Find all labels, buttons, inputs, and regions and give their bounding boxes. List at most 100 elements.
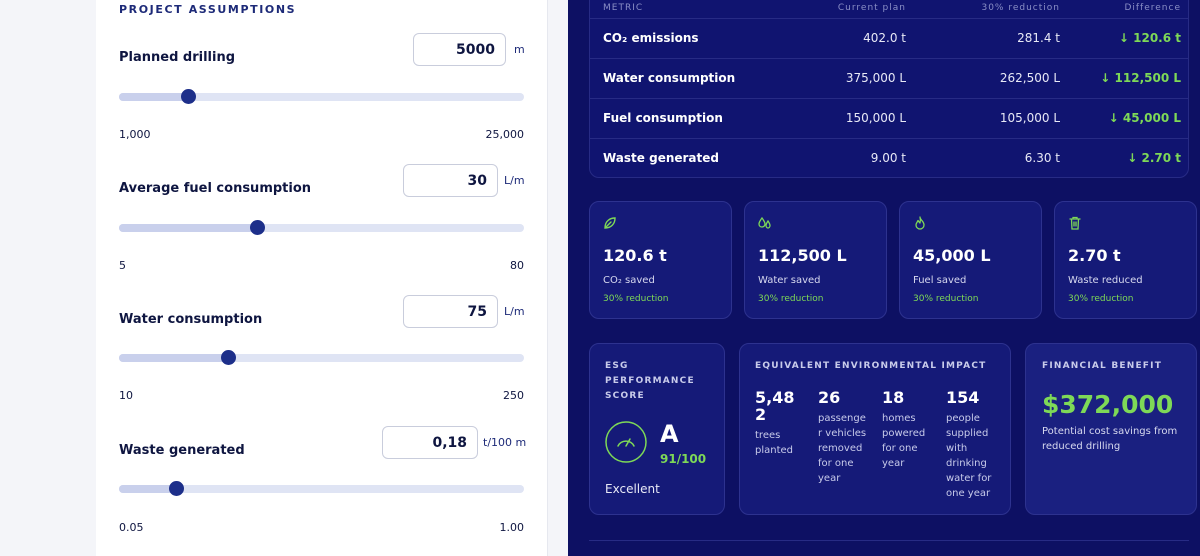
impact-label-line: with [946, 443, 968, 454]
table-header-metric: METRIC [603, 3, 644, 13]
water-drops-icon [758, 216, 771, 229]
table-row: Water consumption 375,000 L 262,500 L ↓ … [590, 58, 1188, 98]
waste-generated-label: Waste generated [119, 443, 245, 458]
table-row: Waste generated 9.00 t 6.30 t ↓ 2.70 t [590, 138, 1188, 178]
slider-fill [119, 224, 257, 232]
slider-thumb[interactable] [168, 481, 184, 496]
impact-label-line: r vehicles [818, 428, 867, 439]
impact-value: 18 [882, 389, 937, 406]
trash-icon [1069, 216, 1081, 230]
impact-value: 154 [946, 389, 1004, 406]
planned-drilling-input[interactable] [413, 33, 506, 66]
impact-label-line: people [946, 413, 980, 424]
impact-value-line: 18 [882, 388, 905, 407]
impact-label-line: for one [818, 458, 854, 469]
water-consumption-input[interactable] [403, 295, 498, 328]
assumptions-panel: PROJECT ASSUMPTIONS Planned drilling m 1… [96, 0, 548, 556]
impact-homes: 18 homes powered for one year [882, 389, 937, 471]
row-current: 375,000 L [845, 71, 906, 85]
row-difference: ↓ 2.70 t [1127, 151, 1181, 165]
waste-generated-min: 0.05 [119, 521, 144, 534]
table-row: Fuel consumption 150,000 L 105,000 L ↓ 4… [590, 98, 1188, 138]
waste-generated-slider[interactable] [119, 481, 524, 496]
card-subtext: 30% reduction [758, 294, 824, 304]
impact-value: 5,48 2 [755, 389, 805, 423]
card-value: 45,000 L [913, 246, 991, 265]
row-difference: ↓ 45,000 L [1108, 111, 1181, 125]
divider [589, 540, 1189, 541]
slider-thumb[interactable] [180, 89, 196, 104]
fuel-consumption-input[interactable] [403, 164, 498, 197]
planned-drilling-slider[interactable] [119, 89, 524, 104]
card-label: Fuel saved [913, 275, 967, 286]
gauge-icon [605, 421, 647, 463]
row-reduced: 262,500 L [999, 71, 1060, 85]
water-consumption-max: 250 [503, 389, 524, 402]
row-current: 150,000 L [845, 111, 906, 125]
slider-thumb[interactable] [249, 220, 265, 235]
esg-score: 91/100 [660, 452, 707, 466]
slider-thumb[interactable] [221, 350, 237, 365]
impact-label-line: planted [755, 445, 794, 456]
fuel-consumption-slider[interactable] [119, 220, 524, 235]
fuel-consumption-max: 80 [510, 259, 524, 272]
impact-trees: 5,48 2 trees planted [755, 389, 805, 458]
slider-fill [119, 93, 188, 101]
impact-label-line: powered [882, 428, 926, 439]
card-value: 112,500 L [758, 246, 847, 265]
esg-title: ESG PERFORMANCE SCORE [605, 359, 695, 404]
card-value: 2.70 t [1068, 246, 1121, 265]
waste-generated-input[interactable] [382, 426, 478, 459]
impact-label-line: one year [946, 488, 991, 499]
impact-value-line: 5,48 [755, 388, 795, 407]
fuel-saved-card: 45,000 L Fuel saved 30% reduction [899, 201, 1042, 319]
row-difference: ↓ 120.6 t [1118, 31, 1181, 45]
table-header-difference: Difference [1124, 3, 1181, 13]
row-metric: Fuel consumption [603, 111, 723, 125]
impact-label: people supplied with drinking water for one y… [946, 411, 1004, 501]
impact-value-line: 2 [755, 405, 767, 424]
card-value: 120.6 t [603, 246, 667, 265]
impact-label: trees planted [755, 428, 805, 458]
flame-icon [915, 216, 925, 230]
card-label: CO₂ saved [603, 275, 655, 286]
waste-reduced-card: 2.70 t Waste reduced 30% reduction [1054, 201, 1197, 319]
planned-drilling-min: 1,000 [119, 128, 151, 141]
financial-label: Potential cost savings from reduced dril… [1042, 426, 1178, 452]
row-reduced: 105,000 L [999, 111, 1060, 125]
water-consumption-unit: L/m [504, 305, 525, 318]
financial-value: $372,000 [1042, 390, 1174, 419]
row-metric: Waste generated [603, 151, 719, 165]
impact-label-line: supplied [946, 428, 989, 439]
slider-fill [119, 485, 176, 493]
slider-fill [119, 354, 229, 362]
impact-label-line: year [818, 473, 841, 484]
impact-label-line: passenge [818, 413, 866, 424]
table-header-current: Current plan [837, 3, 906, 13]
impact-label-line: drinking [946, 458, 987, 469]
impact-value: 26 [818, 389, 876, 406]
esg-title-line: SCORE [605, 391, 645, 401]
co2-saved-card: 120.6 t CO₂ saved 30% reduction [589, 201, 732, 319]
water-consumption-min: 10 [119, 389, 133, 402]
environmental-impact-box: EQUIVALENT ENVIRONMENTAL IMPACT 5,48 2 tr… [739, 343, 1011, 515]
esg-grade: A [660, 420, 679, 448]
planned-drilling-label: Planned drilling [119, 50, 236, 65]
row-metric: Water consumption [603, 71, 736, 85]
panel-gap [548, 0, 568, 556]
impact-label-line: removed [818, 443, 863, 454]
row-difference: ↓ 112,500 L [1100, 71, 1181, 85]
fuel-consumption-label: Average fuel consumption [119, 181, 312, 196]
impact-label-line: for one [882, 443, 918, 454]
comparison-table: METRIC Current plan 30% reduction Differ… [589, 0, 1189, 178]
waste-generated-unit: t/100 m [483, 436, 527, 449]
row-current: 402.0 t [863, 31, 906, 45]
financial-title: FINANCIAL BENEFIT [1042, 361, 1163, 371]
fuel-consumption-unit: L/m [504, 174, 525, 187]
water-consumption-slider[interactable] [119, 350, 524, 365]
impact-label-line: water for [946, 473, 992, 484]
leaf-icon [604, 217, 616, 229]
impact-label-line: year [882, 458, 905, 469]
impact-value-line: 154 [946, 388, 980, 407]
impact-label-line: homes [882, 413, 916, 424]
